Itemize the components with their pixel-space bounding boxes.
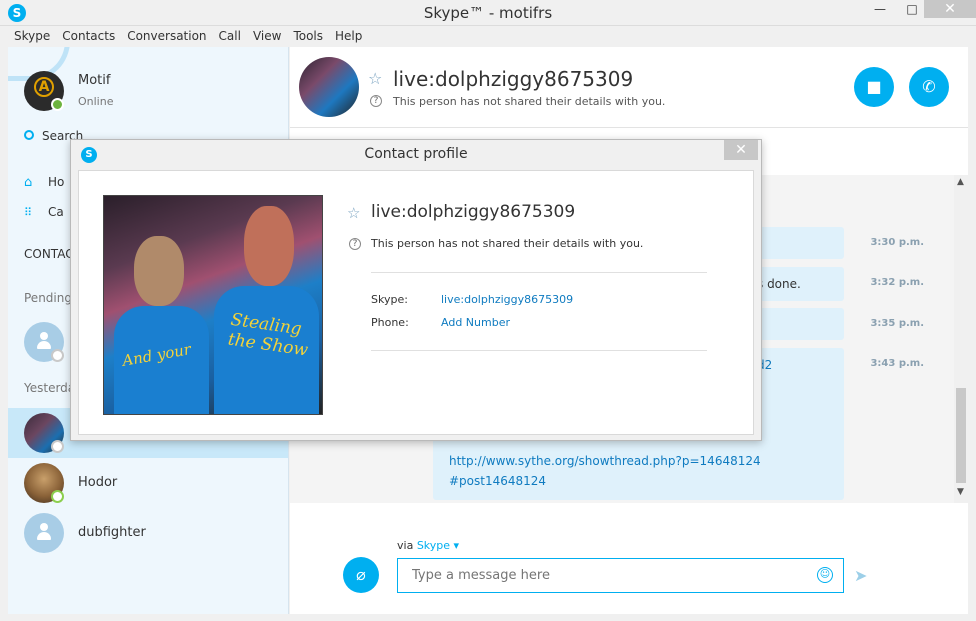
message-time: 3:32 p.m. bbox=[870, 277, 924, 288]
anarchy-logo-icon: A bbox=[34, 77, 54, 97]
attach-button[interactable]: ⌀ bbox=[343, 557, 379, 593]
send-icon[interactable]: ➤ bbox=[854, 566, 867, 585]
home-icon: ⌂ bbox=[24, 175, 33, 190]
dialog-title: Contact profile bbox=[364, 146, 468, 162]
menu-skype[interactable]: Skype bbox=[8, 27, 56, 43]
maximize-button[interactable]: □ bbox=[898, 0, 926, 18]
message-link-anchor[interactable]: #post14648124 bbox=[449, 474, 546, 488]
profile-subtitle: This person has not shared their details… bbox=[371, 237, 644, 250]
video-call-button[interactable]: ■ bbox=[854, 67, 894, 107]
menu-tools[interactable]: Tools bbox=[287, 27, 329, 43]
pending-header: Pending bbox=[24, 291, 72, 305]
my-status[interactable]: Online bbox=[78, 95, 113, 108]
contact-name: Hodor bbox=[78, 475, 118, 490]
offline-status-icon bbox=[51, 490, 64, 503]
menu-bar: Skype Contacts Conversation Call View Tools He… bbox=[8, 27, 968, 46]
message-input[interactable] bbox=[397, 558, 844, 593]
contact-profile-photo: And your Stealing the Show bbox=[103, 195, 323, 415]
paperclip-icon: ⌀ bbox=[356, 565, 366, 584]
conversation-avatar[interactable] bbox=[299, 57, 359, 117]
default-avatar bbox=[24, 513, 64, 553]
scroll-down-icon[interactable]: ▼ bbox=[957, 487, 964, 497]
message-time: 3:30 p.m. bbox=[870, 237, 924, 248]
person-icon bbox=[37, 332, 51, 352]
scroll-up-icon[interactable]: ▲ bbox=[957, 177, 964, 187]
conversation-subtitle: This person has not shared their details… bbox=[393, 95, 666, 108]
message-time: 3:43 p.m. bbox=[870, 358, 924, 369]
header-divider bbox=[290, 127, 968, 128]
search-icon bbox=[24, 130, 34, 140]
window-title: Skype™ - motifrs bbox=[423, 4, 553, 22]
via-service[interactable]: Skype bbox=[417, 539, 450, 552]
phone-label: Phone: bbox=[371, 316, 409, 329]
favorite-star-icon[interactable]: ☆ bbox=[368, 69, 382, 88]
dialog-close-button[interactable]: ✕ bbox=[724, 140, 758, 160]
close-window-button[interactable]: ✕ bbox=[924, 0, 976, 18]
menu-help[interactable]: Help bbox=[329, 27, 368, 43]
phone-icon: ✆ bbox=[922, 77, 936, 96]
unknown-status-icon bbox=[51, 440, 64, 453]
add-number-link[interactable]: Add Number bbox=[441, 316, 510, 329]
my-name[interactable]: Motif bbox=[78, 73, 110, 88]
favorite-star-icon[interactable]: ☆ bbox=[347, 204, 360, 222]
chevron-down-icon[interactable]: ▾ bbox=[454, 539, 460, 552]
menu-view[interactable]: View bbox=[247, 27, 287, 43]
emoticon-icon[interactable]: ☺ bbox=[817, 567, 833, 583]
contact-profile-dialog: S Contact profile ✕ And your Stealing th… bbox=[70, 139, 762, 441]
minimize-button[interactable]: — bbox=[866, 0, 894, 18]
menu-conversation[interactable]: Conversation bbox=[121, 27, 212, 43]
info-icon: ? bbox=[370, 95, 382, 107]
contact-item-dubfighter[interactable]: dubfighter bbox=[8, 508, 288, 558]
message-text: s done. bbox=[757, 277, 801, 291]
contact-name: dubfighter bbox=[78, 525, 146, 540]
title-bar: S Skype™ - motifrs — □ ✕ bbox=[0, 0, 976, 26]
conversation-title[interactable]: live:dolphziggy8675309 bbox=[393, 67, 633, 91]
nav-calls[interactable]: ⠿ Ca bbox=[24, 205, 64, 219]
video-camera-icon: ■ bbox=[866, 77, 882, 96]
message-time: 3:35 p.m. bbox=[870, 318, 924, 329]
online-status-icon bbox=[51, 98, 64, 111]
message-link[interactable]: http://www.sythe.org/showthread.php?p=14… bbox=[449, 454, 761, 468]
via-selector[interactable]: via Skype ▾ bbox=[397, 539, 459, 552]
dialog-body: And your Stealing the Show ☆ live:dolphz… bbox=[78, 170, 754, 435]
skype-id-link[interactable]: live:dolphziggy8675309 bbox=[441, 293, 573, 306]
scroll-thumb[interactable] bbox=[956, 388, 966, 483]
voice-call-button[interactable]: ✆ bbox=[909, 67, 949, 107]
menu-call[interactable]: Call bbox=[213, 27, 247, 43]
profile-divider bbox=[371, 272, 707, 273]
skype-label: Skype: bbox=[371, 293, 408, 306]
nav-home[interactable]: ⌂ Ho bbox=[24, 175, 64, 190]
via-label: via bbox=[397, 539, 414, 552]
nav-home-label: Ho bbox=[48, 175, 65, 189]
dialpad-icon: ⠿ bbox=[24, 206, 33, 219]
menu-contacts[interactable]: Contacts bbox=[56, 27, 121, 43]
message-scrollbar[interactable]: ▲ ▼ bbox=[954, 175, 968, 503]
person-icon bbox=[37, 523, 51, 543]
unknown-status-icon bbox=[51, 349, 64, 362]
info-icon: ? bbox=[349, 238, 361, 250]
contact-item-hodor[interactable]: Hodor bbox=[8, 458, 288, 508]
contacts-header[interactable]: CONTAC bbox=[24, 247, 74, 261]
profile-divider bbox=[371, 350, 707, 351]
profile-name: live:dolphziggy8675309 bbox=[371, 202, 576, 222]
nav-calls-label: Ca bbox=[48, 205, 64, 219]
